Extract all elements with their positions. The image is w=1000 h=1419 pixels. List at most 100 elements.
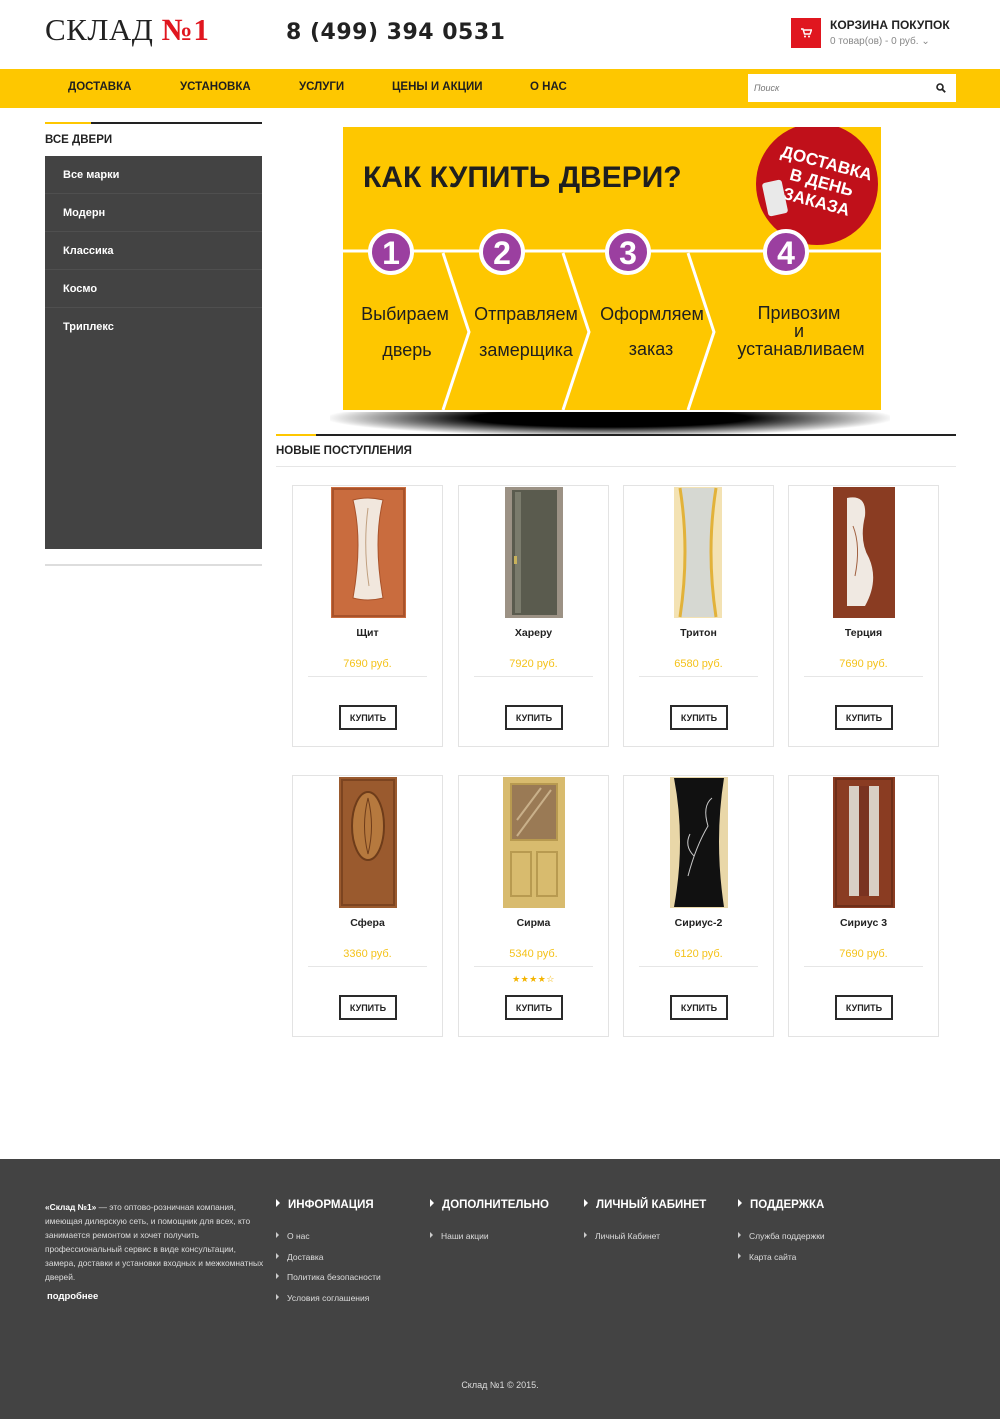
step-1-line-1: Выбираем [361,304,449,324]
step-3-line-2: заказ [629,339,674,359]
new-arrivals-divider [276,434,956,436]
footer-link-text[interactable]: Личный Кабинет [595,1231,660,1241]
footer-more-link[interactable]: подробнее [47,1291,98,1302]
sidebar-item-classic[interactable]: Классика [45,232,262,270]
footer-link-about[interactable]: О нас [276,1231,310,1241]
product-name[interactable]: Хареру [459,627,608,639]
buy-button[interactable]: КУПИТЬ [670,705,728,730]
nav-item-prices[interactable]: ЦЕНЫ И АКЦИИ [392,81,483,93]
sidebar-item-triplex[interactable]: Триплекс [45,308,262,346]
card-divider [639,676,758,677]
footer-link-privacy[interactable]: Политика безопасности [276,1272,381,1282]
caret-right-icon [430,1232,433,1238]
product-name[interactable]: Сириус-2 [624,917,773,929]
sidebar-item-modern[interactable]: Модерн [45,194,262,232]
product-price: 6580 руб. [674,658,723,670]
phone-number: 8 (499) 394 0531 [286,20,506,45]
product-name[interactable]: Терция [789,627,938,639]
buy-button[interactable]: КУПИТЬ [835,995,893,1020]
buy-button[interactable]: КУПИТЬ [505,705,563,730]
product-image[interactable] [789,486,938,619]
buy-button[interactable]: КУПИТЬ [835,705,893,730]
product-name[interactable]: Щит [293,627,442,639]
product-image[interactable] [293,776,442,909]
footer-link-text[interactable]: Условия соглашения [287,1293,369,1303]
footer-link-text[interactable]: Карта сайта [749,1252,796,1262]
banner-title: КАК КУПИТЬ ДВЕРИ? [363,161,682,194]
footer-heading-text: ЛИЧНЫЙ КАБИНЕТ [596,1199,707,1211]
card-divider [804,676,923,677]
caret-right-icon [276,1273,279,1279]
logo-number: №1 [161,12,210,47]
buy-button[interactable]: КУПИТЬ [670,995,728,1020]
footer-link-sitemap[interactable]: Карта сайта [738,1252,796,1262]
footer-heading-text: ПОДДЕРЖКА [750,1199,825,1211]
product-card[interactable]: Сирма 5340 руб. ★★★★☆ КУПИТЬ [458,775,609,1037]
search-input[interactable] [748,74,926,102]
cart-title[interactable]: КОРЗИНА ПОКУПОК [830,18,950,32]
buy-button[interactable]: КУПИТЬ [505,995,563,1020]
footer-link-text[interactable]: Политика безопасности [287,1272,381,1282]
footer-about-text: — это оптово-розничная компания, имеющая… [45,1202,264,1282]
buy-button[interactable]: КУПИТЬ [339,995,397,1020]
step-2-number: 2 [493,235,511,271]
product-name[interactable]: Сфера [293,917,442,929]
cart-button[interactable] [791,18,821,48]
card-divider [308,676,427,677]
sidebar-item-all-brands[interactable]: Все марки [45,156,262,194]
product-image[interactable] [624,486,773,619]
copyright: Склад №1 © 2015. [461,1380,539,1390]
search-button[interactable] [926,74,956,102]
cart-summary[interactable]: 0 товар(ов) - 0 руб. ⌄ [830,36,930,47]
product-card[interactable]: Щит 7690 руб. КУПИТЬ [292,485,443,747]
card-divider [308,966,427,967]
promo-banner[interactable]: КАК КУПИТЬ ДВЕРИ? ДОСТАВКА В ДЕНЬ ЗАКАЗА… [343,127,881,410]
nav-item-installation[interactable]: УСТАНОВКА [180,81,251,93]
product-name[interactable]: Сирма [459,917,608,929]
site-logo[interactable]: СКЛАД №1 [45,12,209,48]
chevron-down-icon: ⌄ [921,36,930,47]
cart-icon [800,28,812,38]
footer-link-terms[interactable]: Условия соглашения [276,1293,369,1303]
product-name[interactable]: Сириус 3 [789,917,938,929]
caret-right-icon [276,1199,280,1207]
product-card[interactable]: Хареру 7920 руб. КУПИТЬ [458,485,609,747]
logo-text: СКЛАД [45,12,162,47]
step-4-line-2: и [794,321,804,341]
footer-link-text[interactable]: О нас [287,1231,310,1241]
product-image[interactable] [624,776,773,909]
product-card[interactable]: Сириус-2 6120 руб. КУПИТЬ [623,775,774,1037]
product-card[interactable]: Тритон 6580 руб. КУПИТЬ [623,485,774,747]
product-image[interactable] [459,776,608,909]
sidebar-item-kosmo[interactable]: Космо [45,270,262,308]
footer-heading-text: ИНФОРМАЦИЯ [288,1199,374,1211]
footer-link-account[interactable]: Личный Кабинет [584,1231,660,1241]
product-card[interactable]: Терция 7690 руб. КУПИТЬ [788,485,939,747]
caret-right-icon [430,1199,434,1207]
footer-link-text[interactable]: Доставка [287,1252,324,1262]
product-image[interactable] [459,486,608,619]
buy-button[interactable]: КУПИТЬ [339,705,397,730]
footer-link-support[interactable]: Служба поддержки [738,1231,825,1241]
delivery-badge: ДОСТАВКА В ДЕНЬ ЗАКАЗА [756,127,878,245]
nav-item-delivery[interactable]: ДОСТАВКА [68,81,131,93]
product-card[interactable]: Сфера 3360 руб. КУПИТЬ [292,775,443,1037]
product-card[interactable]: Сириус 3 7690 руб. КУПИТЬ [788,775,939,1037]
product-name[interactable]: Тритон [624,627,773,639]
product-image[interactable] [293,486,442,619]
step-4-line-3: устанавливаем [737,339,864,359]
caret-right-icon [276,1294,279,1300]
footer-link-text[interactable]: Наши акции [441,1231,489,1241]
footer-link-delivery[interactable]: Доставка [276,1252,324,1262]
card-divider [639,966,758,967]
step-1-number: 1 [382,235,400,271]
footer-link-promotions[interactable]: Наши акции [430,1231,489,1241]
footer-link-text[interactable]: Служба поддержки [749,1231,825,1241]
nav-item-services[interactable]: УСЛУГИ [299,81,344,93]
sidebar-bottom-divider [45,564,262,566]
product-image[interactable] [789,776,938,909]
step-3-number: 3 [619,235,637,271]
nav-item-about[interactable]: О НАС [530,81,567,93]
step-2-line-2: замерщика [479,340,574,360]
product-price: 7690 руб. [343,658,392,670]
